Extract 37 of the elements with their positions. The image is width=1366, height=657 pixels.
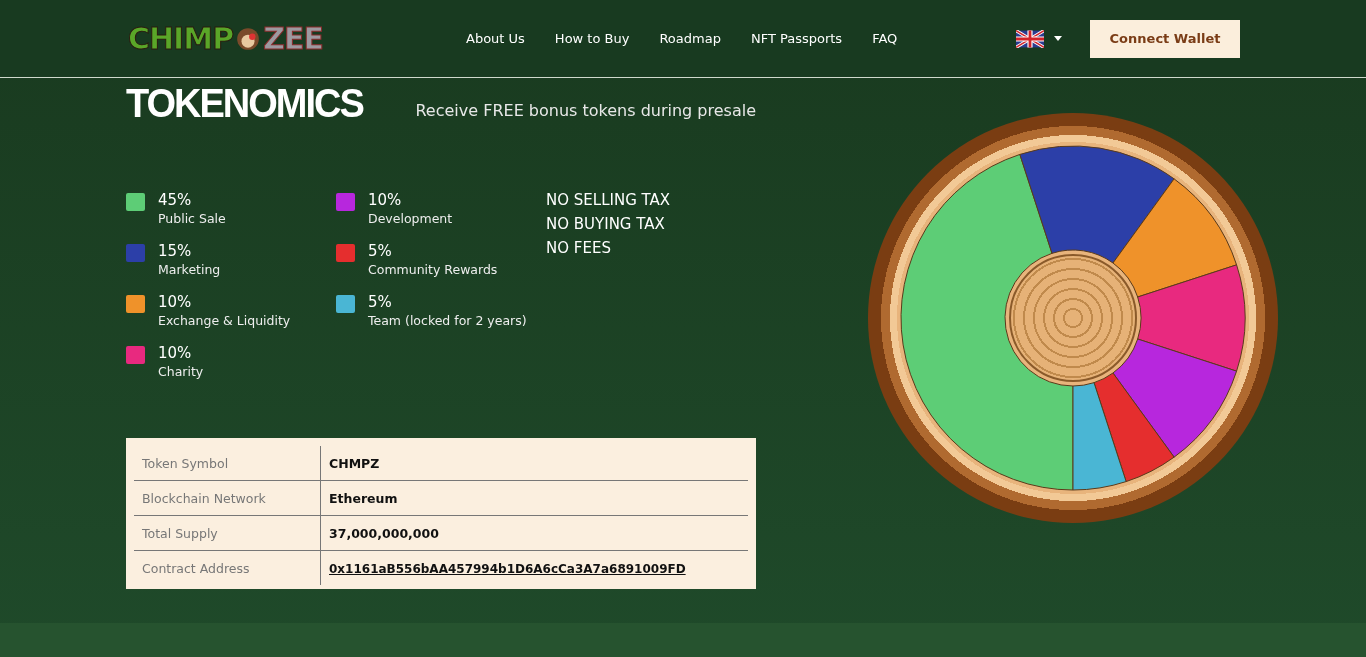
nav-link[interactable]: FAQ xyxy=(872,31,898,46)
legend-percent: 15% xyxy=(158,242,193,260)
legend-percent: 10% xyxy=(158,293,193,311)
tax-note: NO BUYING TAX xyxy=(546,215,666,233)
legend-label: Team (locked for 2 years) xyxy=(368,313,527,328)
table-cell: Total Supply xyxy=(134,515,321,551)
legend-label: Exchange & Liquidity xyxy=(158,313,291,328)
section-title: TOKENOMICS xyxy=(126,80,363,127)
uk-flag-icon xyxy=(1016,29,1044,48)
legend-percent: 10% xyxy=(368,191,403,209)
tax-note: NO FEES xyxy=(546,239,612,257)
legend-percent: 5% xyxy=(368,242,393,260)
legend-percent: 10% xyxy=(158,344,193,362)
contract-address-link[interactable]: 0x1161aB556bAA457994b1D6A6cCa3A7a6891009FD xyxy=(329,561,686,576)
presale-bonus-text: Receive FREE bonus tokens during presale xyxy=(415,101,756,120)
tax-note: NO SELLING TAX xyxy=(546,191,671,209)
table-cell: CHMPZ xyxy=(320,446,748,481)
legend-label: Marketing xyxy=(158,262,221,277)
language-selector[interactable] xyxy=(1016,29,1062,48)
legend-percent: 5% xyxy=(368,293,393,311)
legend-label: Development xyxy=(368,211,453,226)
table-cell: Token Symbol xyxy=(134,446,321,481)
caret-icon xyxy=(1054,36,1062,41)
legend-percent: 45% xyxy=(158,191,193,209)
legend-label: Public Sale xyxy=(158,211,226,226)
nav-link[interactable]: NFT Passports xyxy=(750,31,843,46)
nav-link[interactable]: Roadmap xyxy=(659,31,721,46)
table-cell: Contract Address xyxy=(134,550,321,585)
table-cell: Ethereum xyxy=(320,480,748,516)
nav-link[interactable]: About Us xyxy=(466,31,525,46)
table-cell: Blockchain Network xyxy=(134,480,321,516)
legend-label: Charity xyxy=(158,364,204,379)
connect-wallet-button[interactable]: Connect Wallet xyxy=(1090,19,1240,58)
table-cell: 37,000,000,000 xyxy=(320,515,748,551)
nav-link[interactable]: How to Buy xyxy=(554,31,630,46)
logo[interactable]: CHIMP ZEE xyxy=(128,21,364,56)
legend-label: Community Rewards xyxy=(368,262,498,277)
